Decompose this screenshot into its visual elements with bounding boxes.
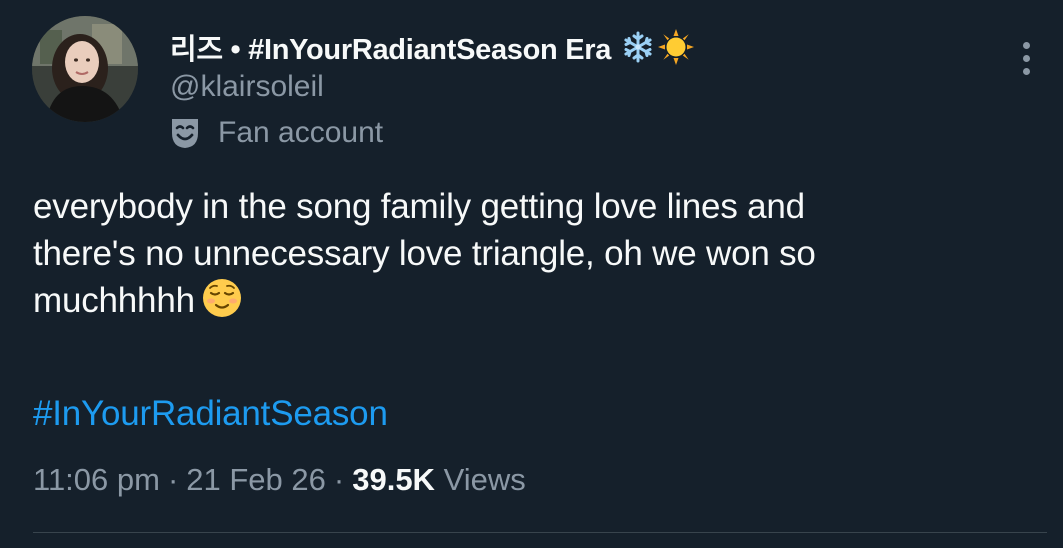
account-label-text: Fan account [218,116,384,149]
account-label: Fan account [170,113,383,153]
tweet-meta: 11:06 pm · 21 Feb 26 · 39.5K Views [33,457,526,503]
hashtag-link[interactable]: #InYourRadiantSeason [33,390,388,437]
divider [33,532,1047,533]
tweet-text-last-line: muchhhhh [33,277,1033,331]
views-label[interactable]: Views [444,462,526,497]
avatar-photo [32,16,138,122]
tweet-text-line: muchhhhh [33,281,195,320]
tweet-time[interactable]: 11:06 pm [33,462,160,497]
tweet-text: everybody in the song family getting lov… [33,183,1033,331]
display-name-row[interactable]: 리즈 • #InYourRadiantSeason Era [170,24,695,70]
tweet-date[interactable]: 21 Feb 26 [186,462,326,497]
name-emojis [621,28,695,66]
tweet: 리즈 • #InYourRadiantSeason Era @klairsole… [0,0,1063,548]
user-handle[interactable]: @klairsoleil [170,70,324,104]
theater-mask-icon [170,116,200,150]
more-dot [1022,41,1030,49]
tweet-text-line: there's no unnecessary love triangle, oh… [33,234,816,273]
avatar[interactable] [32,16,138,122]
more-dot [1022,67,1030,75]
more-dot [1022,54,1030,62]
meta-separator: · [333,462,345,497]
sun-icon [658,29,695,65]
views-count[interactable]: 39.5K [352,462,435,497]
snowflake-icon [624,31,652,63]
tweet-text-line: everybody in the song family getting lov… [33,187,805,226]
meta-separator: · [167,462,179,497]
display-name[interactable]: 리즈 • #InYourRadiantSeason Era [170,26,611,68]
relieved-face-emoji [201,277,243,331]
more-options-button[interactable] [1006,34,1046,82]
